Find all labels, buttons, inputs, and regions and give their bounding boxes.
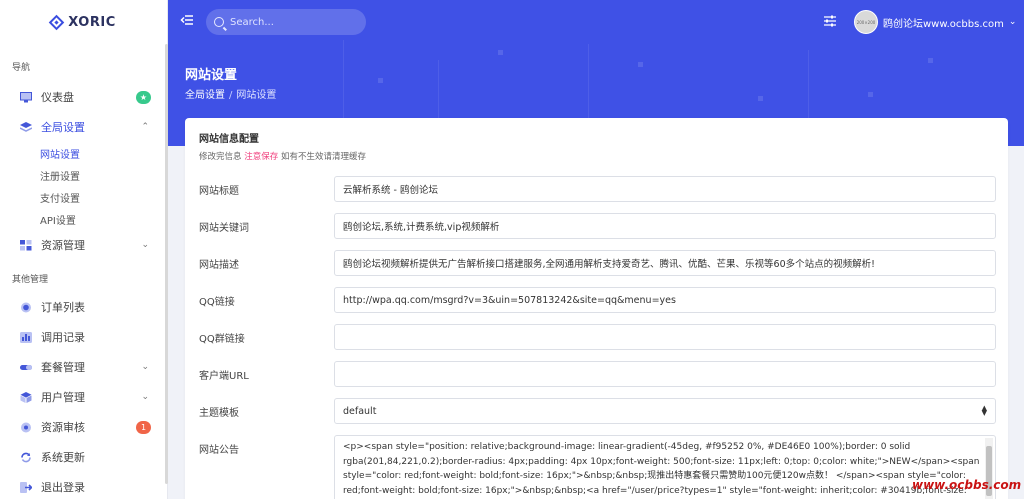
form-row-description: 网站描述 鸥创论坛视频解析提供无广告解析接口搭建服务,全网通用解析支持爱奇艺、腾… (185, 250, 1008, 276)
layers-icon (20, 121, 32, 132)
page-title: 网站设置 (185, 68, 238, 83)
field-label: 网站标题 (199, 186, 239, 197)
brand-name: XORIC (68, 14, 116, 30)
qq-link-input[interactable]: http://wpa.qq.com/msgrd?v=3&uin=50781324… (334, 287, 996, 313)
sliders-icon[interactable] (823, 14, 837, 28)
form-row-qq-link: QQ链接 http://wpa.qq.com/msgrd?v=3&uin=507… (185, 287, 1008, 313)
sidebar-item-logout[interactable]: 退出登录 (0, 472, 167, 499)
search-input[interactable] (230, 16, 350, 28)
breadcrumb: 全局设置 / 网站设置 (185, 86, 276, 101)
nav-section-title: 其他管理 (12, 274, 49, 285)
sidebar-item-packages[interactable]: 套餐管理 ⌄ (0, 352, 167, 382)
form-row-client-url: 客户端URL (185, 361, 1008, 387)
sidebar-item-label: 用户管理 (41, 391, 85, 404)
sidebar-subitem-register-settings[interactable]: 注册设置 (0, 164, 167, 186)
sidebar-subitem-payment-settings[interactable]: 支付设置 (0, 186, 167, 208)
field-label: 客户端URL (199, 371, 249, 382)
breadcrumb-item[interactable]: 全局设置 (185, 90, 225, 101)
notice-content: <p><span style="position: relative;backg… (343, 442, 980, 496)
sidebar-item-label: 套餐管理 (41, 361, 85, 374)
breadcrumb-current: 网站设置 (236, 90, 277, 101)
chevron-down-icon: ⌄ (141, 362, 149, 372)
sidebar-item-resource-review[interactable]: 资源审核 1 (0, 412, 167, 442)
target-icon (21, 422, 31, 432)
theme-select-value: default (343, 405, 377, 417)
sidebar-item-users[interactable]: 用户管理 ⌄ (0, 382, 167, 412)
chevron-up-icon: ⌃ (141, 122, 149, 132)
grid-icon (20, 239, 32, 250)
box-icon (20, 391, 32, 403)
logo-icon (48, 14, 65, 30)
subtitle-highlight: 注意保存 (244, 152, 279, 162)
sidebar-subitem-api-settings[interactable]: API设置 (0, 208, 167, 230)
sidebar-item-label: 调用记录 (41, 331, 85, 344)
field-label: 网站公告 (199, 445, 239, 456)
sidebar-item-label: 资源审核 (41, 421, 85, 434)
breadcrumb-separator: / (229, 90, 233, 101)
chevron-down-icon: ⌄ (1008, 17, 1017, 27)
form-row-site-title: 网站标题 云解析系统 - 鸥创论坛 (185, 176, 1008, 202)
description-input[interactable]: 鸥创论坛视频解析提供无广告解析接口搭建服务,全网通用解析支持爱奇艺、腾讯、优酷、… (334, 250, 996, 276)
site-title-input[interactable]: 云解析系统 - 鸥创论坛 (334, 176, 996, 202)
topbar: 200×200 鸥创论坛www.ocbbs.com ⌄ (168, 0, 1024, 44)
subtitle-text: 如有不生效请清理缓存 (280, 152, 366, 162)
chevron-down-icon: ⌄ (141, 240, 149, 250)
brand-logo[interactable]: XORIC (0, 0, 167, 44)
search-box[interactable] (206, 9, 366, 35)
field-label: 主题模板 (199, 408, 239, 419)
sidebar-item-dashboard[interactable]: 仪表盘 ★ (0, 82, 167, 112)
user-name: 鸥创论坛www.ocbbs.com (883, 18, 1004, 30)
monitor-icon (20, 91, 32, 102)
sidebar-item-label: 全局设置 (41, 121, 85, 134)
select-arrows-icon: ▲ ▼ (981, 404, 987, 417)
notice-textarea[interactable]: <p><span style="position: relative;backg… (334, 435, 996, 499)
refresh-icon (21, 452, 31, 462)
pill-icon (20, 364, 32, 370)
sidebar-item-label: 仪表盘 (41, 91, 74, 104)
sidebar-item-label: 订单列表 (41, 301, 85, 314)
form-row-theme: 主题模板 default ▲ ▼ (185, 398, 1008, 424)
sidebar: XORIC 导航 仪表盘 ★ 全局设置 ⌃ 网站设置 注册设置 支付设置 API… (0, 0, 168, 499)
menu-toggle-icon[interactable] (180, 13, 196, 29)
sidebar-subitem-site-settings[interactable]: 网站设置 (0, 142, 167, 164)
card-subtitle: 修改完信息 注意保存 如有不生效请清理缓存 (199, 150, 994, 162)
sidebar-item-label: 资源管理 (41, 239, 85, 252)
card-title: 网站信息配置 (199, 134, 259, 145)
subtitle-text: 修改完信息 (199, 152, 242, 162)
form-row-qq-group: QQ群链接 (185, 324, 1008, 350)
watermark: www.ocbbs.com (912, 478, 1022, 492)
sidebar-item-orders[interactable]: 订单列表 (0, 292, 167, 322)
settings-card: 网站信息配置 修改完信息 注意保存 如有不生效请清理缓存 网站标题 云解析系统 … (185, 118, 1008, 499)
keywords-input[interactable]: 鸥创论坛,系统,计费系统,vip视频解析 (334, 213, 996, 239)
field-label: QQ链接 (199, 297, 235, 308)
sidebar-item-call-log[interactable]: 调用记录 (0, 322, 167, 352)
field-label: 网站关键词 (199, 223, 249, 234)
search-icon (214, 17, 224, 27)
sidebar-item-global-settings[interactable]: 全局设置 ⌃ (0, 112, 167, 142)
circle-icon (21, 302, 31, 312)
nav-section-title: 导航 (12, 62, 31, 73)
field-label: QQ群链接 (199, 334, 245, 345)
form-row-keywords: 网站关键词 鸥创论坛,系统,计费系统,vip视频解析 (185, 213, 1008, 239)
chart-icon (20, 331, 32, 343)
sidebar-item-label: 退出登录 (41, 481, 85, 494)
sidebar-item-resources[interactable]: 资源管理 ⌄ (0, 230, 167, 260)
theme-select[interactable]: default ▲ ▼ (334, 398, 996, 424)
client-url-input[interactable] (334, 361, 996, 387)
sidebar-item-label: 系统更新 (41, 451, 85, 464)
chevron-down-icon: ⌄ (141, 392, 149, 402)
sidebar-item-system-update[interactable]: 系统更新 (0, 442, 167, 472)
logout-icon (20, 481, 32, 493)
dashboard-badge: ★ (136, 90, 151, 104)
qq-group-input[interactable] (334, 324, 996, 350)
field-label: 网站描述 (199, 260, 239, 271)
review-count-badge: 1 (136, 420, 151, 434)
avatar: 200×200 (854, 10, 878, 34)
user-menu[interactable]: 200×200 鸥创论坛www.ocbbs.com ⌄ (854, 10, 1016, 34)
